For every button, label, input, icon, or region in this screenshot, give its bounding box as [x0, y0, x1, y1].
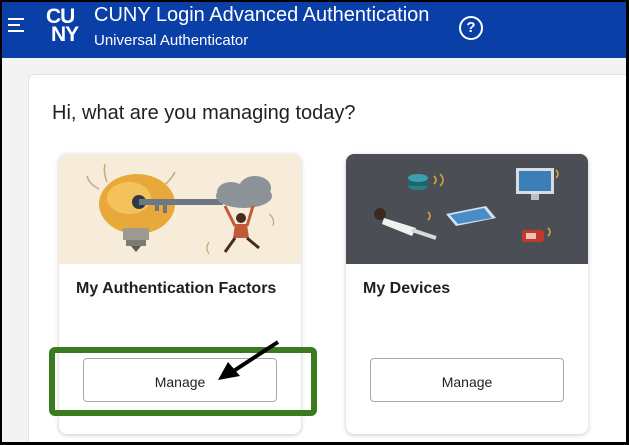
app-subtitle: Universal Authenticator [94, 32, 249, 49]
devices-illustration [346, 154, 588, 264]
page-greeting: Hi, what are you managing today? [52, 102, 356, 124]
card-title: My Devices [363, 280, 451, 297]
manage-devices-button[interactable]: Manage [370, 358, 564, 402]
cuny-logo: CU NY [46, 6, 84, 48]
app-window: CU NY CUNY Login Advanced Authentication… [2, 2, 626, 442]
devices-card: My Devices Manage [346, 154, 588, 434]
hamburger-menu-icon[interactable] [8, 18, 24, 32]
logo-text-bottom: NY [51, 23, 79, 46]
pointer-arrow-icon [218, 340, 280, 380]
help-icon[interactable]: ? [459, 16, 483, 40]
card-title: My Authentication Factors [76, 280, 277, 297]
app-title: CUNY Login Advanced Authentication [94, 4, 430, 26]
app-header: CU NY CUNY Login Advanced Authentication… [2, 2, 626, 58]
lightbulb-key-illustration [59, 154, 301, 264]
